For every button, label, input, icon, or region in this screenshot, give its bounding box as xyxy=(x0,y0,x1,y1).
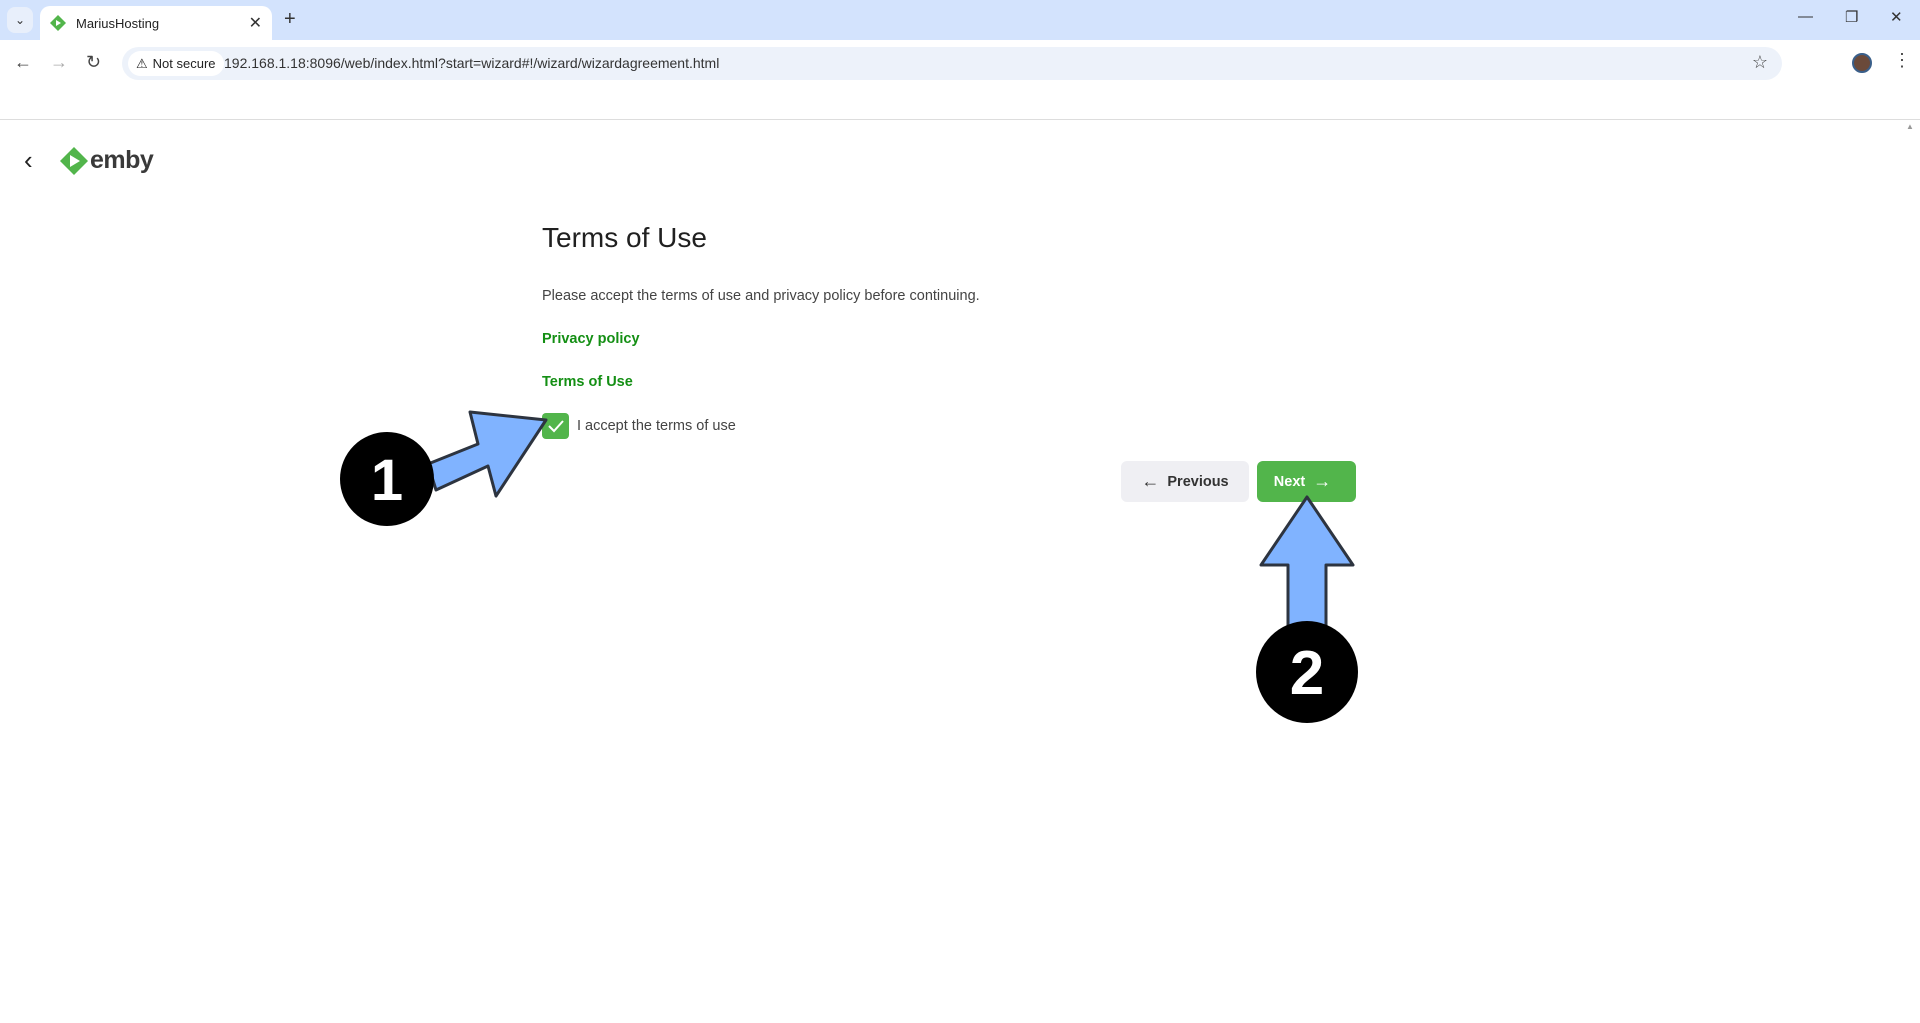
annotation-arrow-1 xyxy=(426,410,548,498)
annotation-layer: 1 2 xyxy=(340,410,1358,723)
annotation-number-2: 2 xyxy=(1290,639,1324,708)
annotation-number-1: 1 xyxy=(371,448,403,513)
annotation-arrow-2 xyxy=(1259,495,1355,632)
